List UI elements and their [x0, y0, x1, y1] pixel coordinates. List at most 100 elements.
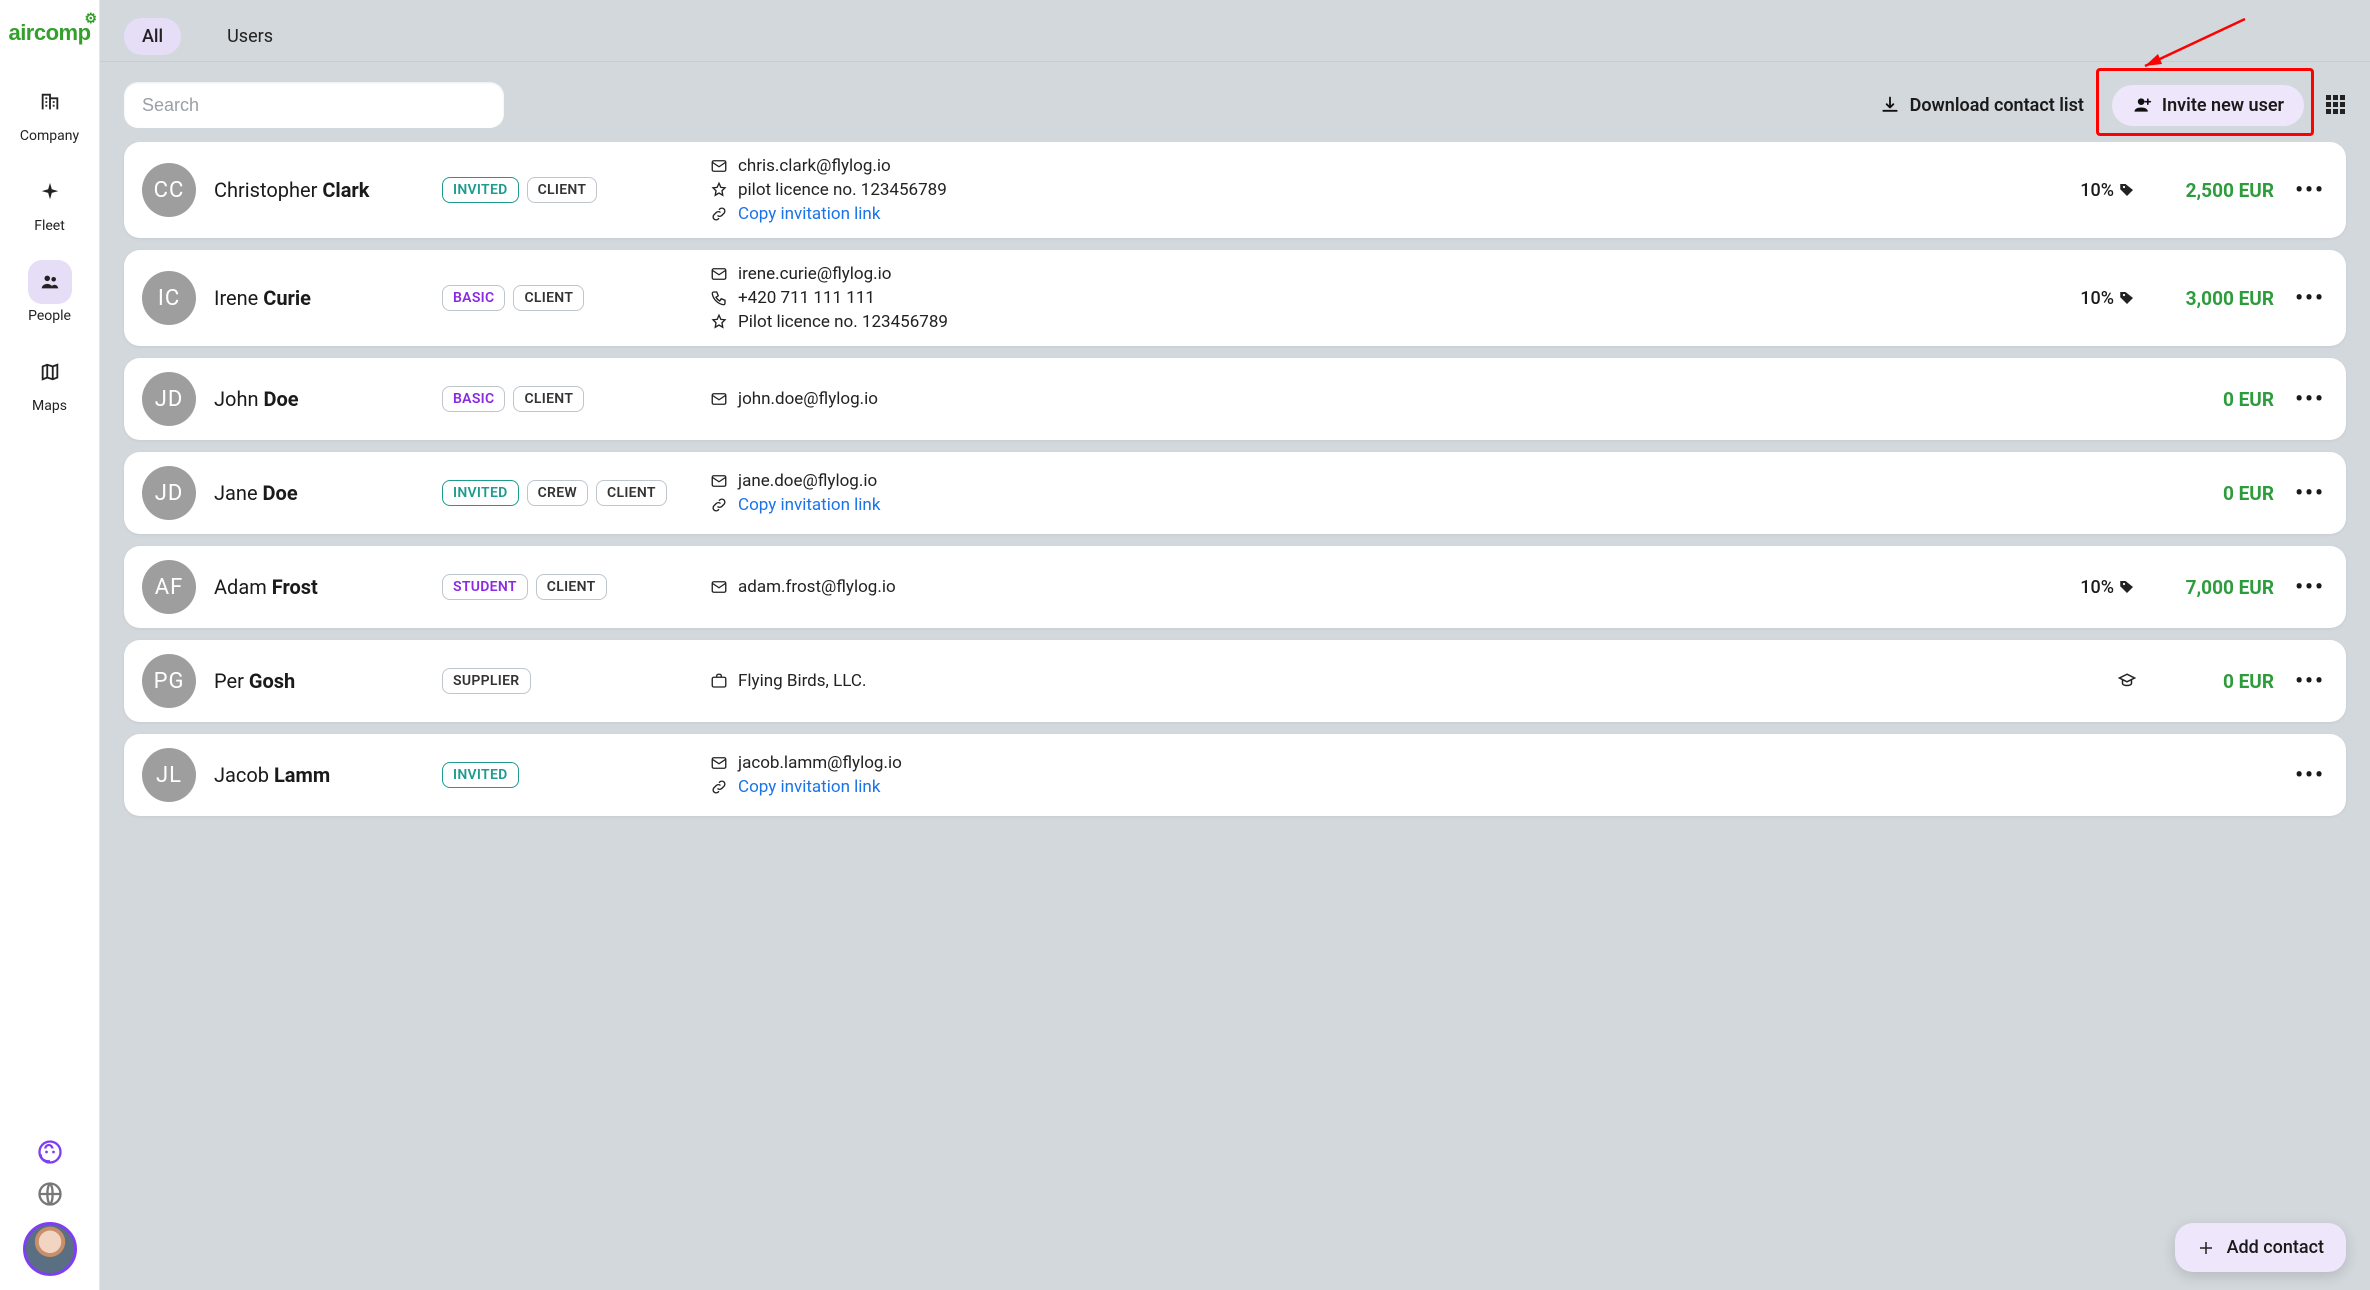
detail-text: Flying Birds, LLC. [738, 671, 866, 691]
tag-icon [2118, 578, 2136, 596]
detail-text: Copy invitation link [738, 777, 880, 797]
tag-client: CLIENT [527, 177, 598, 203]
sidebar-item-people[interactable]: People [0, 254, 99, 330]
person-tags: BASICCLIENT [442, 386, 692, 412]
graduation-icon [2118, 672, 2136, 690]
brand-text: aircomp [8, 20, 90, 45]
detail-phone: +420 711 111 111 [710, 288, 2038, 308]
sidebar-item-maps[interactable]: Maps [0, 344, 99, 420]
tab-users[interactable]: Users [209, 18, 291, 55]
tag-icon [2118, 289, 2136, 307]
link-icon [710, 205, 728, 223]
avatar: PG [142, 654, 196, 708]
sidebar-nav: Company Fleet People Maps [0, 74, 99, 420]
row-menu-button[interactable]: ••• [2292, 575, 2328, 600]
detail-link[interactable]: Copy invitation link [710, 777, 2038, 797]
detail-mail: chris.clark@flylog.io [710, 156, 2038, 176]
person-tags: INVITED [442, 762, 692, 788]
avatar: JD [142, 372, 196, 426]
person-plus-icon [2132, 95, 2152, 115]
tag-client: CLIENT [596, 480, 667, 506]
discount-pct: 10% [2056, 577, 2136, 598]
person-tags: INVITEDCLIENT [442, 177, 692, 203]
download-contact-list-button[interactable]: Download contact list [1868, 87, 2096, 124]
person-row[interactable]: PG Per Gosh SUPPLIER Flying Birds, LLC. … [124, 640, 2346, 722]
add-contact-button[interactable]: Add contact [2175, 1223, 2346, 1272]
row-menu-button[interactable]: ••• [2292, 286, 2328, 311]
globe-icon[interactable] [36, 1180, 64, 1208]
invite-new-user-button[interactable]: Invite new user [2112, 85, 2304, 126]
detail-link[interactable]: Copy invitation link [710, 495, 2038, 515]
person-details: adam.frost@flylog.io [710, 577, 2038, 597]
person-details: chris.clark@flylog.io pilot licence no. … [710, 156, 2038, 224]
sidebar-item-company[interactable]: Company [0, 74, 99, 150]
current-user-avatar[interactable] [23, 1222, 77, 1276]
link-icon [710, 778, 728, 796]
sidebar-item-fleet[interactable]: Fleet [0, 164, 99, 240]
person-name: Jacob Lamm [214, 763, 424, 787]
avatar: CC [142, 163, 196, 217]
tag-client: CLIENT [513, 285, 584, 311]
plus-icon [2197, 1239, 2215, 1257]
detail-text: irene.curie@flylog.io [738, 264, 891, 284]
avatar-initials: PG [142, 654, 196, 708]
person-row[interactable]: JD John Doe BASICCLIENT john.doe@flylog.… [124, 358, 2346, 440]
detail-mail: irene.curie@flylog.io [710, 264, 2038, 284]
detail-text: jane.doe@flylog.io [738, 471, 877, 491]
people-list: CC Christopher Clark INVITEDCLIENT chris… [100, 142, 2370, 906]
person-row[interactable]: IC Irene Curie BASICCLIENT irene.curie@f… [124, 250, 2346, 346]
star-icon [710, 313, 728, 331]
row-menu-button[interactable]: ••• [2292, 178, 2328, 203]
tag-invited: INVITED [442, 480, 519, 506]
detail-link[interactable]: Copy invitation link [710, 204, 2038, 224]
row-menu-button[interactable]: ••• [2292, 763, 2328, 788]
tag-student: STUDENT [442, 574, 528, 600]
detail-text: adam.frost@flylog.io [738, 577, 896, 597]
detail-mail: jacob.lamm@flylog.io [710, 753, 2038, 773]
detail-text: +420 711 111 111 [738, 288, 875, 308]
person-row[interactable]: CC Christopher Clark INVITEDCLIENT chris… [124, 142, 2346, 238]
more-icon: ••• [2295, 178, 2325, 203]
discount-pct [2056, 672, 2136, 690]
mail-icon [710, 265, 728, 283]
plane-icon [28, 170, 72, 214]
row-menu-button[interactable]: ••• [2292, 481, 2328, 506]
detail-mail: jane.doe@flylog.io [710, 471, 2038, 491]
person-tags: STUDENT CLIENT [442, 574, 692, 600]
detail-text: Copy invitation link [738, 495, 880, 515]
tag-invited: INVITED [442, 762, 519, 788]
tag-crew: CREW [527, 480, 588, 506]
detail-star: Pilot licence no. 123456789 [710, 312, 2038, 332]
person-tags: BASIC CLIENT [442, 285, 692, 311]
download-label: Download contact list [1910, 95, 2084, 116]
add-contact-label: Add contact [2227, 1237, 2324, 1258]
discount-pct: 10% [2056, 288, 2136, 309]
detail-text: Copy invitation link [738, 204, 880, 224]
person-row[interactable]: AF Adam Frost STUDENTCLIENT adam.frost@f… [124, 546, 2346, 628]
apps-grid-icon[interactable] [2326, 95, 2346, 115]
star-icon [710, 181, 728, 199]
detail-mail: john.doe@flylog.io [710, 389, 2038, 409]
row-menu-button[interactable]: ••• [2292, 387, 2328, 412]
mail-icon [710, 390, 728, 408]
more-icon: ••• [2295, 669, 2325, 694]
sidebar-item-label: Fleet [34, 218, 65, 234]
row-menu-button[interactable]: ••• [2292, 669, 2328, 694]
phone-icon [710, 289, 728, 307]
search-input[interactable] [124, 82, 504, 128]
tag-basic: BASIC [442, 285, 505, 311]
brand-logo[interactable]: aircomp ⚙ [4, 8, 94, 66]
person-row[interactable]: JD Jane Doe INVITEDCREWCLIENT jane.doe@f… [124, 452, 2346, 534]
invite-label: Invite new user [2162, 95, 2284, 116]
person-details: irene.curie@flylog.io +420 711 111 111 P… [710, 264, 2038, 332]
sidebar: aircomp ⚙ Company Fleet People Maps [0, 0, 100, 1290]
person-row[interactable]: JL Jacob Lamm INVITED jacob.lamm@flylog.… [124, 734, 2346, 816]
avatar: IC [142, 271, 196, 325]
avatar-initials: IC [142, 271, 196, 325]
more-icon: ••• [2295, 575, 2325, 600]
main-content: All Users Download contact list Invite ne… [100, 0, 2370, 1290]
tab-all[interactable]: All [124, 18, 181, 55]
person-details: john.doe@flylog.io [710, 389, 2038, 409]
support-icon[interactable] [36, 1138, 64, 1166]
tag-client: CLIENT [536, 574, 607, 600]
